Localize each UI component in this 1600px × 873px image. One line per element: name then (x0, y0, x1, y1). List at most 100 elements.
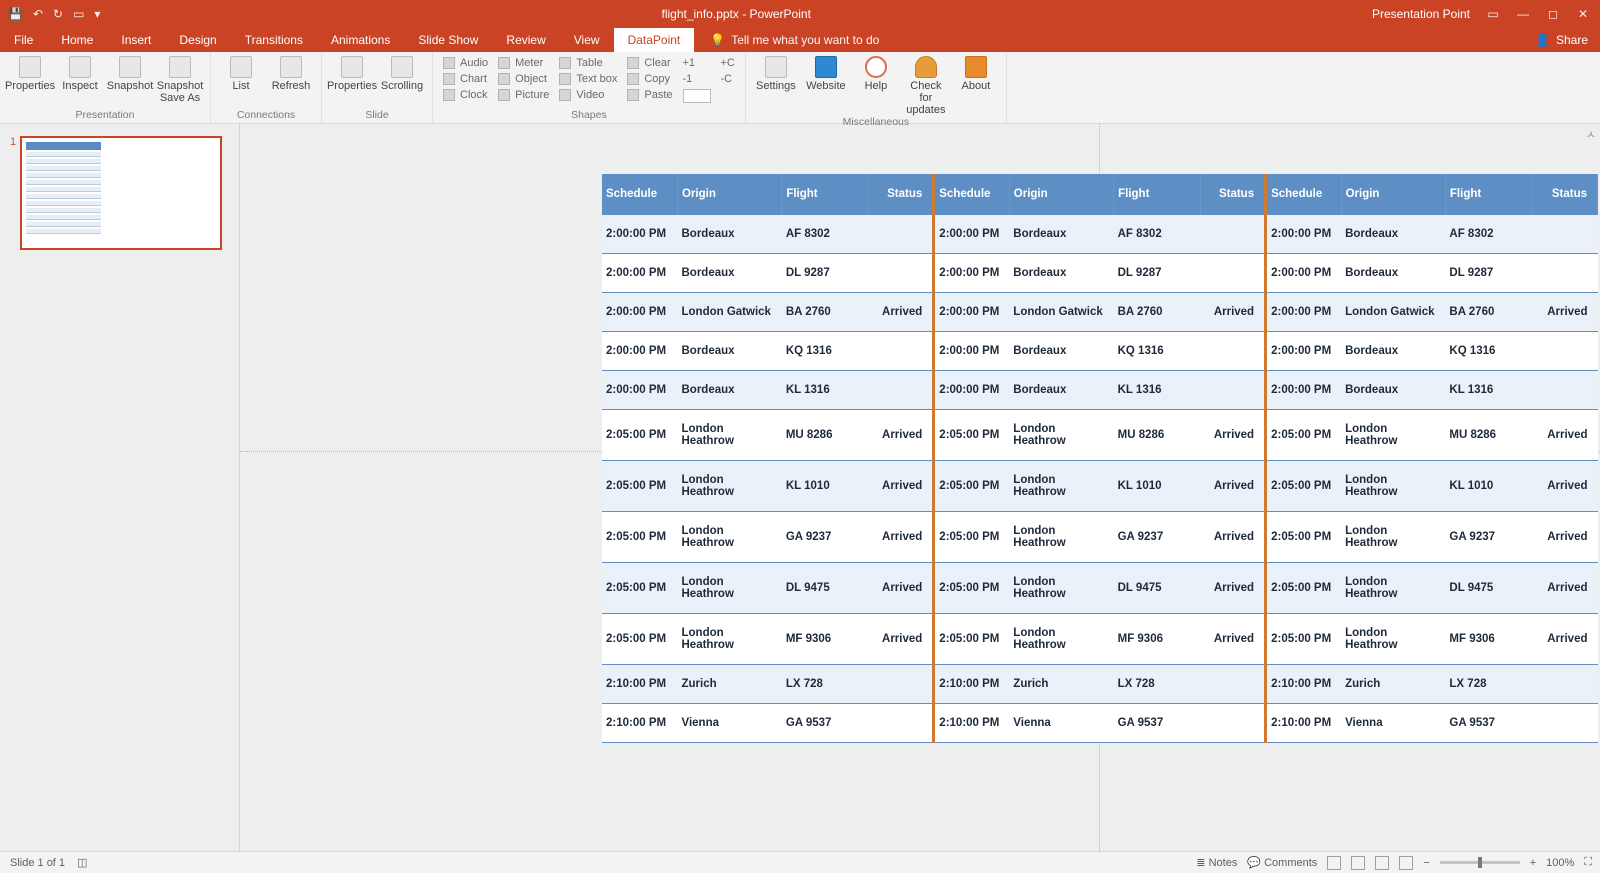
flight-table[interactable]: ScheduleOriginFlightStatusScheduleOrigin… (602, 174, 1598, 743)
zoom-out-button[interactable]: − (1423, 857, 1429, 869)
snapshot-save-as-button[interactable]: Snapshot Save As (158, 56, 202, 104)
clock-button[interactable]: Clock (441, 88, 490, 102)
cell-flight: KL 1316 (1114, 371, 1200, 410)
save-icon[interactable]: 💾 (8, 7, 23, 21)
ribbon-display-options-icon[interactable]: ▭ (1486, 7, 1500, 21)
comments-button[interactable]: 💬 Comments (1247, 856, 1317, 869)
cell-flight: KQ 1316 (782, 332, 868, 371)
col-header-origin: Origin (1341, 174, 1445, 215)
cell-schedule: 2:00:00 PM (934, 254, 1010, 293)
reading-view-icon[interactable] (1375, 856, 1389, 870)
share-button[interactable]: 👤 Share (1523, 28, 1600, 52)
clear-button[interactable]: Clear (625, 56, 674, 70)
inspect-button[interactable]: Inspect (58, 56, 102, 92)
shapes-input[interactable] (681, 88, 713, 104)
tab-transitions[interactable]: Transitions (231, 28, 317, 52)
slide-number: 1 (10, 136, 16, 148)
slide-properties-button[interactable]: Properties (330, 56, 374, 92)
tab-design[interactable]: Design (165, 28, 230, 52)
properties-button[interactable]: Properties (8, 56, 52, 92)
cell-schedule: 2:00:00 PM (1266, 371, 1342, 410)
textbox-button[interactable]: Text box (557, 72, 619, 86)
minimize-icon[interactable]: — (1516, 7, 1530, 21)
qat-dropdown-icon[interactable]: ▾ (94, 7, 100, 21)
tab-animations[interactable]: Animations (317, 28, 404, 52)
fit-to-window-icon[interactable]: ⛶ (1584, 856, 1592, 869)
zoom-in-button[interactable]: + (1530, 857, 1536, 869)
cell-status: Arrived (1532, 614, 1598, 665)
minus-one-button[interactable]: -1 (681, 72, 713, 86)
start-from-beginning-icon[interactable]: ▭ (73, 7, 84, 21)
slideshow-view-icon[interactable] (1399, 856, 1413, 870)
cell-status (868, 704, 934, 743)
cell-status: Arrived (1532, 512, 1598, 563)
ribbon-tabs: File Home Insert Design Transitions Anim… (0, 28, 1600, 52)
cell-flight: DL 9287 (1445, 254, 1531, 293)
about-button[interactable]: About (954, 56, 998, 92)
cell-origin: London Heathrow (1341, 614, 1445, 665)
check-for-updates-button[interactable]: Check for updates (904, 56, 948, 116)
cell-flight: MF 9306 (782, 614, 868, 665)
close-icon[interactable]: ✕ (1576, 7, 1590, 21)
cell-origin: London Heathrow (678, 563, 782, 614)
group-label-slide: Slide (330, 109, 424, 123)
slide-canvas[interactable]: ㅅ ScheduleOriginFlightStatusScheduleOrig… (240, 124, 1600, 851)
undo-icon[interactable]: ↶ (33, 7, 43, 21)
picture-button[interactable]: Picture (496, 88, 551, 102)
notes-button[interactable]: ≣ Notes (1196, 856, 1237, 869)
website-button[interactable]: Website (804, 56, 848, 92)
account-name[interactable]: Presentation Point (1372, 7, 1470, 21)
snapshot-button[interactable]: Snapshot (108, 56, 152, 92)
zoom-slider[interactable] (1440, 861, 1520, 864)
cell-schedule: 2:00:00 PM (602, 332, 678, 371)
slide-thumbnail-1[interactable] (20, 136, 222, 250)
cell-schedule: 2:00:00 PM (602, 293, 678, 332)
scrolling-button[interactable]: Scrolling (380, 56, 424, 92)
cell-schedule: 2:05:00 PM (934, 512, 1010, 563)
cell-status: Arrived (868, 614, 934, 665)
collapse-ribbon-icon[interactable]: ㅅ (1586, 126, 1596, 142)
plus-c-button[interactable]: +C (719, 56, 737, 70)
minus-c-button[interactable]: -C (719, 72, 737, 86)
cell-flight: LX 728 (782, 665, 868, 704)
cell-origin: London Heathrow (1009, 512, 1113, 563)
redo-icon[interactable]: ↻ (53, 7, 63, 21)
copy-button[interactable]: Copy (625, 72, 674, 86)
settings-button[interactable]: Settings (754, 56, 798, 92)
zoom-level[interactable]: 100% (1546, 857, 1574, 869)
cell-schedule: 2:00:00 PM (1266, 293, 1342, 332)
audio-button[interactable]: Audio (441, 56, 490, 70)
cell-schedule: 2:05:00 PM (602, 410, 678, 461)
cell-status (868, 215, 934, 254)
video-button[interactable]: Video (557, 88, 619, 102)
tab-view[interactable]: View (560, 28, 614, 52)
maximize-icon[interactable]: ◻ (1546, 7, 1560, 21)
table-button[interactable]: Table (557, 56, 619, 70)
cell-status: Arrived (1532, 563, 1598, 614)
object-button[interactable]: Object (496, 72, 551, 86)
list-button[interactable]: List (219, 56, 263, 92)
tab-slideshow[interactable]: Slide Show (404, 28, 492, 52)
paste-button[interactable]: Paste (625, 88, 674, 102)
tab-insert[interactable]: Insert (107, 28, 165, 52)
accessibility-icon[interactable]: ◫ (77, 856, 87, 869)
tab-review[interactable]: Review (492, 28, 559, 52)
plus-one-button[interactable]: +1 (681, 56, 713, 70)
tab-datapoint[interactable]: DataPoint (614, 28, 695, 52)
chart-button[interactable]: Chart (441, 72, 490, 86)
tab-file[interactable]: File (0, 28, 47, 52)
refresh-button[interactable]: Refresh (269, 56, 313, 92)
cell-status: Arrived (1200, 512, 1266, 563)
slide-thumbnail-panel[interactable]: 1 (0, 124, 240, 851)
normal-view-icon[interactable] (1327, 856, 1341, 870)
meter-button[interactable]: Meter (496, 56, 551, 70)
cell-flight: MU 8286 (1445, 410, 1531, 461)
help-button[interactable]: Help (854, 56, 898, 92)
cell-status: Arrived (868, 563, 934, 614)
cell-status (1200, 254, 1266, 293)
slide-sorter-icon[interactable] (1351, 856, 1365, 870)
tell-me-search[interactable]: 💡 Tell me what you want to do (694, 28, 879, 52)
cell-origin: London Heathrow (1341, 461, 1445, 512)
tab-home[interactable]: Home (47, 28, 107, 52)
cell-schedule: 2:00:00 PM (934, 332, 1010, 371)
